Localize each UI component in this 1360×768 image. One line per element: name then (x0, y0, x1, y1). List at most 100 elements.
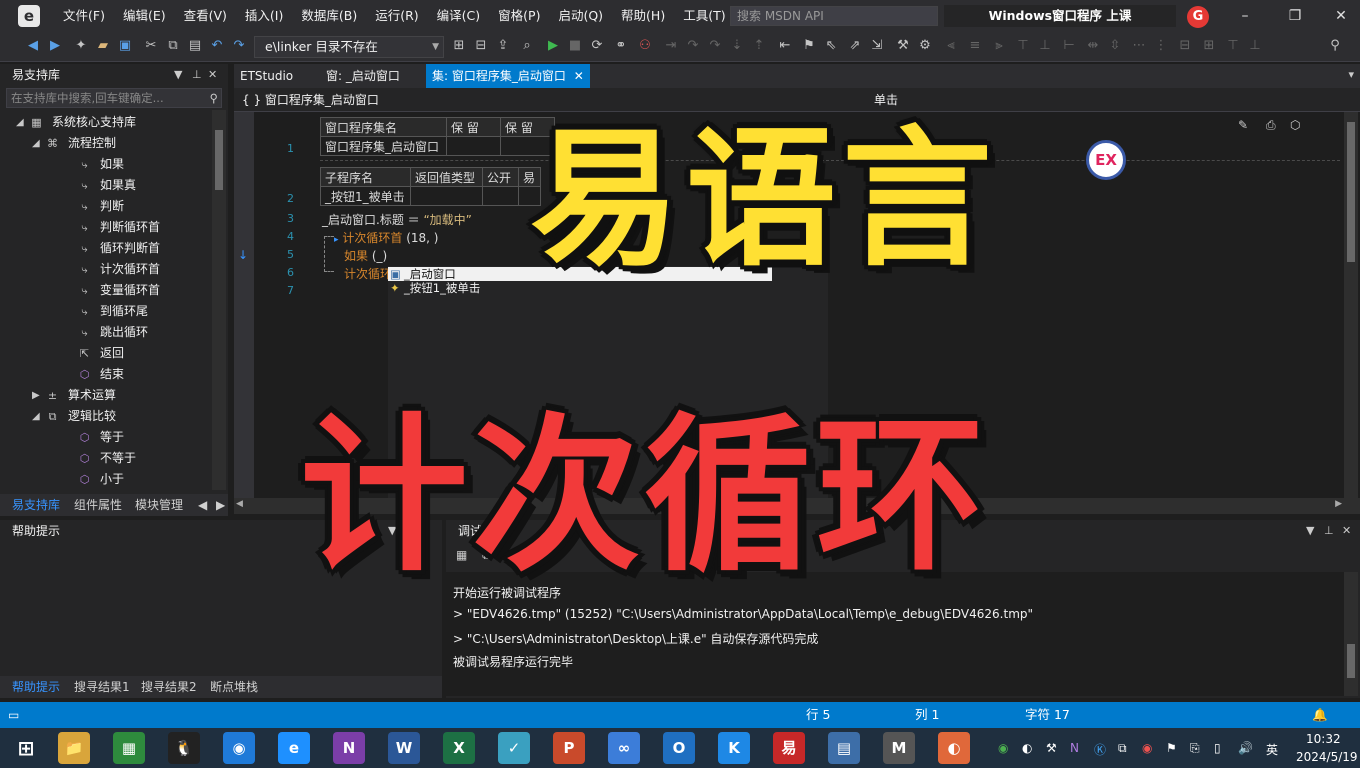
dropdown-icon[interactable]: ▼ (1306, 520, 1314, 542)
search-icon[interactable]: ⚲ (210, 89, 218, 107)
taskbar-app-icon[interactable]: O (663, 732, 695, 764)
center-vertical-icon[interactable]: ⊞ (1200, 37, 1218, 55)
copy-icon[interactable]: ⧉ (164, 37, 182, 55)
scroll-right-icon[interactable]: ▶ (1335, 499, 1342, 509)
library-scrollbar[interactable] (212, 110, 226, 490)
space-horizontal-icon[interactable]: ⋯ (1130, 37, 1148, 55)
taskbar-app-icon[interactable]: 🐧 (168, 732, 200, 764)
redo-icon[interactable]: ↷ (230, 37, 248, 55)
tab-startup-window[interactable]: 窗: _启动窗口 (320, 64, 406, 88)
step-out-icon[interactable]: ↷ (706, 37, 724, 55)
tree-item[interactable]: ⤷ 如果真 (0, 175, 212, 196)
scroll-left-icon[interactable]: ◀ (236, 499, 243, 509)
clear-breakpoints-icon[interactable]: ⚇ (636, 37, 654, 55)
undo-icon[interactable]: ↶ (208, 37, 226, 55)
tab-support-library[interactable]: 易支持库 (12, 494, 60, 516)
tray-k-icon[interactable]: Ⓚ (1094, 741, 1106, 758)
clock-time[interactable]: 10:32 (1306, 732, 1341, 746)
start-button-icon[interactable]: ⊞ (10, 732, 42, 764)
same-width-icon[interactable]: ⇹ (1084, 37, 1102, 55)
collapse-icon[interactable]: ◢ (32, 133, 40, 154)
editor-vertical-scrollbar[interactable] (1344, 112, 1358, 498)
gear-icon[interactable]: ⚙ (916, 37, 934, 55)
tab-component-properties[interactable]: 组件属性 (74, 494, 122, 516)
g-account-icon[interactable]: G (1187, 6, 1209, 28)
inspect-icon[interactable]: ⌕ (518, 37, 536, 55)
build-icon[interactable]: ⊞ (450, 37, 468, 55)
tray-volume-icon[interactable]: 🔊 (1238, 741, 1253, 755)
breakpoint-icon[interactable]: ⚭ (612, 37, 630, 55)
menu-view[interactable]: 查看(V) (175, 0, 236, 32)
taskbar-app-icon[interactable]: X (443, 732, 475, 764)
build-all-icon[interactable]: ⊟ (472, 37, 490, 55)
bookmark-clear-icon[interactable]: ⇲ (868, 37, 886, 55)
tree-item[interactable]: ⇱ 返回 (0, 343, 212, 364)
taskbar-app-icon[interactable]: 易 (773, 732, 805, 764)
taskbar-app-icon[interactable]: K (718, 732, 750, 764)
tree-item[interactable]: ⤷ 变量循环首 (0, 280, 212, 301)
save-icon[interactable]: ▣ (116, 37, 134, 55)
code-line-4[interactable]: ▸ 计次循环首 (18, ) (334, 229, 438, 246)
menu-insert[interactable]: 插入(I) (236, 0, 292, 32)
align-top-icon[interactable]: ⊤ (1014, 37, 1032, 55)
menu-file[interactable]: 文件(F) (54, 0, 114, 32)
nav-scope[interactable]: { } 窗口程序集_启动窗口 (242, 93, 379, 107)
program-set-name-cell[interactable]: 窗口程序集_启动窗口 (320, 136, 447, 156)
run-icon[interactable]: ▶ (544, 37, 562, 55)
pin-icon[interactable]: ⊥ (1324, 520, 1334, 542)
order-back-icon[interactable]: ⊥ (1246, 37, 1264, 55)
wrench-icon[interactable]: ⚒ (894, 37, 912, 55)
menu-compile[interactable]: 编译(C) (428, 0, 489, 32)
tray-language[interactable]: 英 (1266, 741, 1278, 758)
scroll-thumb[interactable] (1347, 122, 1355, 262)
expand-icon[interactable]: ▶ (32, 385, 40, 406)
tree-item[interactable]: ◢ ⧉ 逻辑比较 (0, 406, 212, 427)
taskbar-app-icon[interactable]: e (278, 732, 310, 764)
tree-item[interactable]: ⤷ 跳出循环 (0, 322, 212, 343)
tree-item[interactable]: ⤷ 循环判断首 (0, 238, 212, 259)
collapse-icon[interactable]: ◢ (32, 406, 40, 427)
bookmark-next-icon[interactable]: ⇗ (846, 37, 864, 55)
align-right-icon[interactable]: ⫸ (990, 37, 1008, 55)
taskbar-app-icon[interactable]: ◐ (938, 732, 970, 764)
align-center-icon[interactable]: ≡ (966, 37, 984, 55)
menu-run[interactable]: 运行(R) (366, 0, 427, 32)
collapse-icon[interactable]: ◢ (16, 112, 24, 133)
tree-item[interactable]: ⬡ 结束 (0, 364, 212, 385)
minimize-button[interactable]: – (1222, 0, 1268, 32)
tray-copy-icon[interactable]: ⧉ (1118, 741, 1127, 756)
tree-item[interactable]: ⤷ 到循环尾 (0, 301, 212, 322)
tab-scroll-right-icon[interactable]: ▶ (216, 494, 225, 516)
align-middle-icon[interactable]: ⊢ (1060, 37, 1078, 55)
tree-item[interactable]: ⤷ 计次循环首 (0, 259, 212, 280)
tree-item[interactable]: ⬡ 不等于 (0, 448, 212, 469)
taskbar-app-icon[interactable]: M (883, 732, 915, 764)
taskbar-app-icon[interactable]: ▤ (828, 732, 860, 764)
tree-item[interactable]: ▶ ± 算术运算 (0, 385, 212, 406)
editor-tool-icon[interactable]: ✎ (1238, 118, 1248, 132)
msdn-search-input[interactable]: 搜索 MSDN API (730, 6, 938, 26)
tray-network-tool-icon[interactable]: ⚒ (1046, 741, 1057, 755)
tray-flag-icon[interactable]: ⚑ (1166, 741, 1177, 755)
tab-breakpoint-stack[interactable]: 断点堆栈 (210, 676, 258, 698)
deploy-icon[interactable]: ⇪ (494, 37, 512, 55)
pin-toolbar-icon[interactable]: ⚲ (1326, 37, 1344, 55)
scroll-thumb[interactable] (215, 130, 223, 190)
status-window-icon[interactable]: ▭ (8, 702, 19, 728)
move-up-icon[interactable]: ⇡ (750, 37, 768, 55)
order-front-icon[interactable]: ⊤ (1224, 37, 1242, 55)
scroll-thumb[interactable] (1347, 644, 1355, 678)
tab-module-manager[interactable]: 模块管理 (135, 494, 183, 516)
tab-search-results-1[interactable]: 搜寻结果1 (74, 676, 130, 698)
taskbar-app-icon[interactable]: N (333, 732, 365, 764)
align-left-icon[interactable]: ⫷ (942, 37, 960, 55)
stop-icon[interactable]: ■ (566, 37, 584, 55)
bookmark-prev-icon[interactable]: ⇖ (822, 37, 840, 55)
move-down-icon[interactable]: ⇣ (728, 37, 746, 55)
editor-preview-icon[interactable]: ⎙ (1266, 118, 1276, 133)
tree-item[interactable]: ◢ ⌘ 流程控制 (0, 133, 212, 154)
tray-qq-icon[interactable]: ◐ (1022, 741, 1032, 755)
tray-network-icon[interactable]: ⎘ (1190, 741, 1200, 756)
tree-item[interactable]: ⬡ 等于 (0, 427, 212, 448)
public-cell[interactable] (482, 186, 519, 206)
